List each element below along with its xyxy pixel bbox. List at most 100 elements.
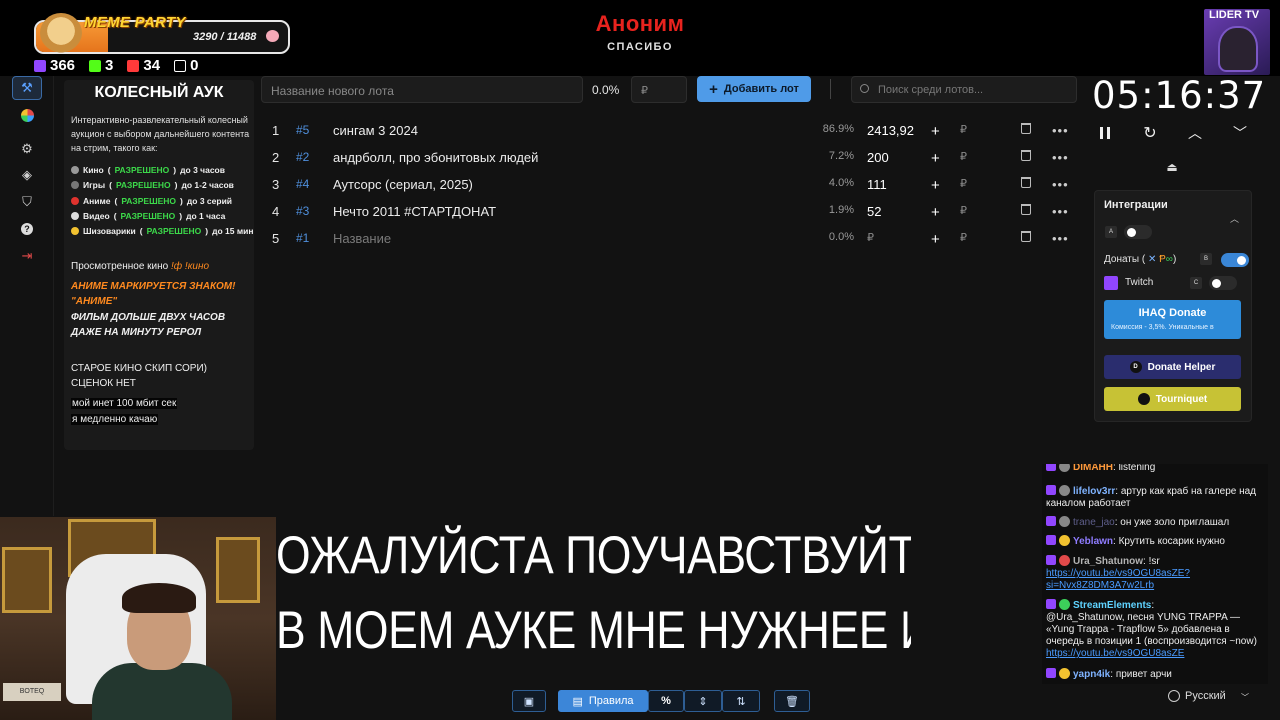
rule-status: РАЗРЕШЕНО [120, 211, 176, 221]
add-amount-button[interactable]: + [931, 204, 940, 221]
chevron-down-icon[interactable]: ﹀ [1241, 692, 1249, 703]
twitch-icon [34, 59, 46, 72]
chat-link[interactable]: https://youtu.be/vs9OGU8asZE [1046, 648, 1184, 659]
save-button[interactable]: ▣ [512, 690, 546, 712]
rules-button[interactable]: ▤ Правила [558, 690, 648, 712]
new-lot-name-input[interactable]: Название нового лота [261, 76, 583, 103]
collapse-icon: ⏏ [1166, 160, 1178, 174]
percent-toggle-button[interactable]: % [648, 690, 684, 712]
add-amount-button[interactable]: + [931, 177, 940, 194]
rule-limit: до 1 часа [186, 211, 226, 221]
donations-label: Донаты ( ✕ Ᵽ∞) [1104, 254, 1176, 265]
lot-number: #4 [296, 177, 310, 191]
pause-button[interactable] [1094, 122, 1116, 144]
plus-icon: + [709, 80, 718, 98]
clear-all-button[interactable]: 🗑 [774, 690, 810, 712]
add-amount-button[interactable]: + [931, 231, 940, 248]
old-film-note-2: СЦЕНОК НЕТ [71, 378, 136, 389]
donatepay-icon: Ᵽ [1159, 254, 1166, 265]
twitch-toggle[interactable] [1209, 276, 1237, 290]
rule-limit: до 3 серий [186, 196, 233, 206]
lot-percent: 4.0% [828, 177, 854, 189]
tourniquet-icon [1137, 393, 1150, 405]
rule-item: Кино(РАЗРЕШЕНО) до 3 часов [71, 165, 225, 175]
lot-name[interactable]: сингам 3 2024 [333, 123, 418, 138]
trash-icon[interactable] [1021, 204, 1031, 215]
ihaq-donate-button[interactable] [1104, 300, 1241, 339]
stat-w: 0 [174, 57, 198, 74]
lot-search-input[interactable]: Поиск среди лотов... [851, 76, 1077, 103]
add-amount-button[interactable]: + [931, 150, 940, 167]
integration-toggle-a[interactable] [1124, 225, 1152, 239]
lot-name[interactable]: Нечто 2011 #СТАРТДОНАТ [333, 204, 496, 219]
rule-name: Видео [83, 211, 110, 221]
lot-amount[interactable]: 111 [867, 177, 887, 192]
search-icon [860, 84, 869, 93]
lot-row: 4 #3 Нечто 2011 #СТАРТДОНАТ 1.9% 52 + ₽ ••• [262, 198, 1082, 225]
sort-button[interactable]: ⇅ [722, 690, 760, 712]
lot-index: 2 [272, 150, 280, 165]
chat-nick: yapn4ik [1073, 669, 1111, 680]
language-select[interactable]: Русский [1168, 690, 1226, 702]
more-icon[interactable]: ••• [1052, 231, 1069, 246]
lot-name[interactable]: Аутсорс (сериал, 2025) [333, 177, 473, 192]
add-lot-button[interactable]: + Добавить лот [697, 76, 811, 102]
tourniquet-button[interactable]: Tourniquet [1104, 387, 1241, 411]
more-icon[interactable]: ••• [1052, 204, 1069, 219]
more-icon[interactable]: ••• [1052, 150, 1069, 165]
donation-alert-subtitle: СПАСИБО [607, 41, 673, 53]
sidebar-item-wheel[interactable] [12, 103, 42, 127]
lot-percent: 0.0% [828, 231, 854, 243]
reset-timer-button[interactable]: ↻ [1139, 122, 1161, 144]
chevron-up-icon: ︿ [1188, 125, 1202, 141]
chat-message: lifelov3rr: артур как краб на галере над… [1046, 485, 1257, 509]
logout-icon: ⇥ [21, 248, 33, 263]
rule-status: РАЗРЕШЕНО [115, 180, 171, 190]
chevron-down-icon: ﹀ [1233, 125, 1247, 141]
lot-amount[interactable]: 2413,92 [867, 123, 914, 138]
trash-icon[interactable] [1021, 123, 1031, 134]
lot-amount[interactable]: ₽ [867, 231, 874, 244]
chat-text: Крутить косарик нужно [1118, 536, 1225, 547]
donations-toggle[interactable] [1221, 253, 1249, 267]
lot-number: #2 [296, 150, 310, 164]
trash-icon[interactable] [1021, 231, 1031, 242]
pause-icon [1100, 127, 1110, 139]
stat-twitch: 366 [34, 57, 75, 74]
lot-amount[interactable]: 200 [867, 150, 889, 165]
rule-name: Игры [83, 180, 106, 190]
sidebar-item-logout[interactable]: ⇥ [12, 244, 42, 268]
vk-live-icon [127, 59, 140, 72]
tourniquet-label: Tourniquet [1155, 393, 1208, 405]
trash-icon[interactable] [1021, 177, 1031, 188]
chat-nick: DIMAHH [1073, 464, 1113, 473]
twitch-badge-icon [1046, 668, 1056, 678]
timer-up-button[interactable]: ︿ [1184, 122, 1206, 144]
align-button[interactable]: ⇕ [684, 690, 722, 712]
chevron-up-icon[interactable]: ︿ [1230, 212, 1239, 225]
sidebar-item-layers[interactable]: ◈ [12, 163, 42, 187]
trash-icon[interactable] [1021, 150, 1031, 161]
lot-name[interactable]: андрболл, про эбонитовых людей [333, 150, 538, 165]
chat-link[interactable]: https://youtu.be/vs9OGU8asZE?si=Nvx8Z8DM… [1046, 568, 1190, 591]
sidebar-item-auction[interactable]: ⚒ [12, 76, 42, 100]
donate-helper-button[interactable]: D Donate Helper [1104, 355, 1241, 379]
chat-text: !sr [1148, 556, 1160, 567]
lot-name[interactable]: Название [333, 231, 391, 246]
sidebar-item-help[interactable]: ? [12, 217, 42, 241]
more-icon[interactable]: ••• [1052, 177, 1069, 192]
lot-amount[interactable]: 52 [867, 204, 881, 219]
collapse-button[interactable]: ⏏ [1164, 160, 1180, 178]
new-lot-price-input[interactable]: ₽ [631, 76, 687, 103]
rule-name: Кино [83, 165, 104, 175]
x-icon: ✕ [1145, 254, 1160, 265]
rule-name: Аниме [83, 196, 111, 206]
timer-down-button[interactable]: ﹀ [1229, 122, 1251, 144]
sidebar-item-security[interactable]: ⛉ [12, 190, 42, 214]
add-amount-button[interactable]: + [931, 123, 940, 140]
sidebar-item-settings[interactable]: ⚙ [12, 137, 42, 161]
chat-nick: trane_jao [1073, 517, 1115, 528]
more-icon[interactable]: ••• [1052, 123, 1069, 138]
currency-icon: ₽ [960, 124, 967, 136]
stream-overlay-text-2: В МОЕМ АУКЕ МНЕ НУЖНЕЕ ИМЕННО I [276, 601, 911, 660]
